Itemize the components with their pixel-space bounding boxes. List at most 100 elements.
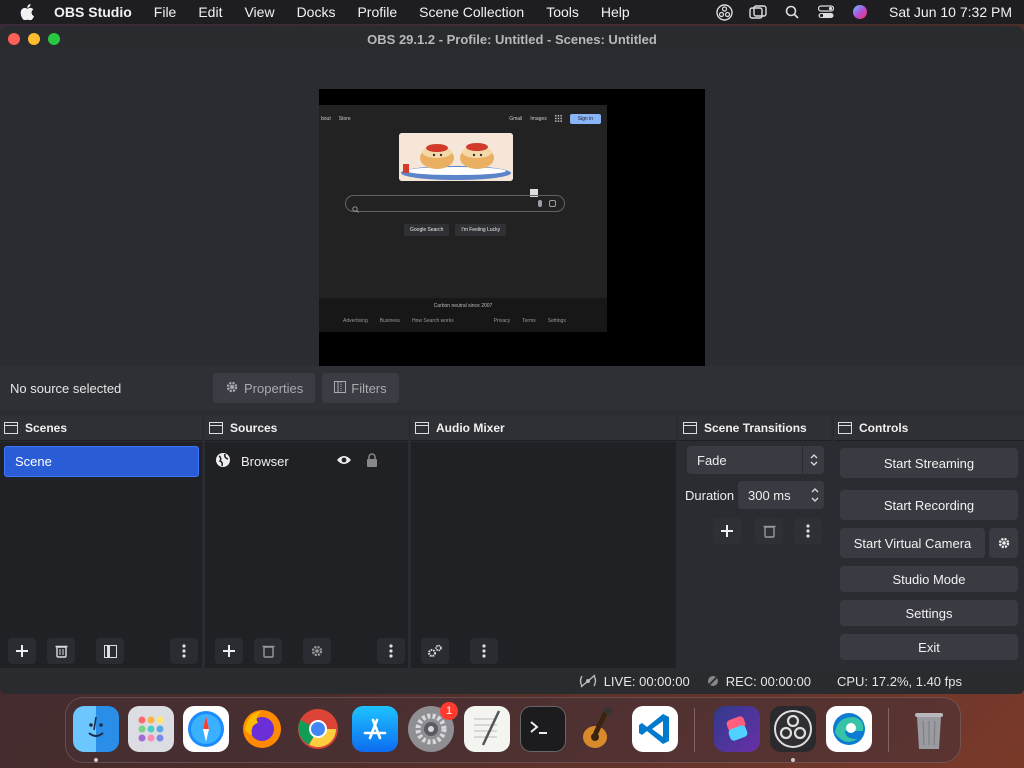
close-window-button[interactable]	[8, 33, 20, 45]
preview-area[interactable]: bout Store Gmail Images Sign in Google S…	[0, 52, 1024, 392]
sources-more-button[interactable]	[377, 638, 405, 664]
advanced-audio-button[interactable]	[421, 638, 449, 664]
lock-icon[interactable]	[366, 452, 378, 470]
settings-button[interactable]: Settings	[840, 600, 1018, 626]
virtual-camera-settings-button[interactable]	[989, 528, 1018, 558]
garageband-icon[interactable]	[576, 706, 622, 752]
scene-transitions-body: Fade Duration 300 ms	[679, 442, 831, 668]
dock-float-icon[interactable]	[415, 422, 429, 434]
controls-dock: Controls Start Streaming Start Recording…	[834, 416, 1024, 668]
chevron-up-down-icon	[802, 446, 824, 474]
obs-icon[interactable]	[770, 706, 816, 752]
notification-badge: 1	[440, 702, 458, 720]
launchpad-icon[interactable]	[128, 706, 174, 752]
plus-icon	[223, 645, 235, 657]
more-vertical-icon	[806, 524, 810, 538]
menu-profile[interactable]: Profile	[346, 4, 408, 20]
start-streaming-button[interactable]: Start Streaming	[840, 448, 1018, 478]
rec-time: REC: 00:00:00	[725, 673, 811, 689]
vscode-icon[interactable]	[632, 706, 678, 752]
feeling-lucky-button: I'm Feeling Lucky	[455, 224, 507, 236]
properties-button[interactable]: Properties	[213, 373, 316, 403]
audio-mixer-dock: Audio Mixer	[411, 416, 676, 668]
sources-dock: Sources Browser	[205, 416, 408, 668]
source-item[interactable]: Browser	[215, 449, 408, 473]
duration-spinbox[interactable]: 300 ms	[738, 481, 824, 509]
scenes-more-button[interactable]	[170, 638, 198, 664]
control-center-icon[interactable]	[817, 3, 835, 21]
start-recording-button[interactable]: Start Recording	[840, 490, 1018, 520]
minimize-window-button[interactable]	[28, 33, 40, 45]
menu-file[interactable]: File	[143, 4, 188, 20]
app-store-icon[interactable]	[352, 706, 398, 752]
dock-float-icon[interactable]	[838, 422, 852, 434]
safari-icon[interactable]	[183, 706, 229, 752]
obs-running-dot	[791, 758, 795, 762]
remove-source-button[interactable]	[254, 638, 282, 664]
terminal-icon[interactable]	[520, 706, 566, 752]
menu-edit[interactable]: Edit	[187, 4, 233, 20]
preview-canvas[interactable]: bout Store Gmail Images Sign in Google S…	[319, 89, 705, 378]
filter-icon	[103, 644, 117, 658]
add-transition-button[interactable]	[713, 518, 741, 544]
chrome-icon[interactable]	[295, 706, 341, 752]
dock-float-icon[interactable]	[209, 422, 223, 434]
filters-button[interactable]: Filters	[322, 373, 399, 403]
search-icon[interactable]	[783, 3, 801, 21]
filters-label: Filters	[351, 380, 387, 396]
siri-icon[interactable]	[851, 3, 869, 21]
record-icon	[706, 674, 720, 688]
scene-item[interactable]: Scene	[4, 446, 199, 477]
shortcuts-icon[interactable]	[714, 706, 760, 752]
remove-transition-button[interactable]	[755, 518, 783, 544]
start-virtual-camera-button[interactable]: Start Virtual Camera	[840, 528, 985, 558]
sources-title: Sources	[230, 421, 278, 435]
plus-icon	[16, 645, 28, 657]
dock-float-icon[interactable]	[4, 422, 18, 434]
source-properties-button[interactable]	[303, 638, 331, 664]
zoom-window-button[interactable]	[48, 33, 60, 45]
apple-icon[interactable]	[18, 3, 36, 21]
scene-filters-button[interactable]	[96, 638, 124, 664]
more-vertical-icon	[482, 644, 486, 658]
window-titlebar: OBS 29.1.2 - Profile: Untitled - Scenes:…	[0, 26, 1024, 52]
google-footer: Carbon neutral since 2007 Advertising Bu…	[319, 298, 607, 332]
dock-separator	[888, 708, 889, 752]
menu-tools[interactable]: Tools	[535, 4, 590, 20]
add-source-button[interactable]	[215, 638, 243, 664]
firefox-icon[interactable]	[239, 706, 285, 752]
controls-title: Controls	[859, 421, 909, 435]
add-scene-button[interactable]	[8, 638, 36, 664]
menu-help[interactable]: Help	[590, 4, 641, 20]
screen-mirroring-icon[interactable]	[749, 3, 767, 21]
textedit-icon[interactable]	[464, 706, 510, 752]
studio-mode-button[interactable]: Studio Mode	[840, 566, 1018, 592]
apps-grid-icon	[554, 114, 562, 124]
exit-button[interactable]: Exit	[840, 634, 1018, 660]
audio-mixer-more-button[interactable]	[470, 638, 498, 664]
menu-clock[interactable]: Sat Jun 10 7:32 PM	[889, 4, 1012, 20]
sources-list: Browser	[205, 442, 408, 668]
menu-docks[interactable]: Docks	[286, 4, 347, 20]
trash-icon	[262, 645, 274, 658]
system-settings-icon[interactable]: 1	[408, 702, 458, 752]
transition-select[interactable]: Fade	[687, 446, 824, 474]
menu-app-name[interactable]: OBS Studio	[50, 4, 143, 20]
nav-link-about: bout	[321, 116, 331, 122]
live-time: LIVE: 00:00:00	[603, 673, 690, 689]
audio-mixer-body	[411, 442, 676, 668]
trash-icon[interactable]	[906, 706, 952, 752]
obs-status-icon[interactable]	[715, 3, 733, 21]
transition-more-button[interactable]	[794, 518, 822, 544]
scene-item-label: Scene	[15, 454, 52, 469]
menu-view[interactable]: View	[233, 4, 285, 20]
remove-scene-button[interactable]	[47, 638, 75, 664]
spin-arrows-icon[interactable]	[810, 486, 820, 507]
eye-icon[interactable]	[336, 454, 352, 469]
window-title: OBS 29.1.2 - Profile: Untitled - Scenes:…	[367, 31, 657, 47]
dock-float-icon[interactable]	[683, 422, 697, 434]
google-top-nav: bout Store Gmail Images Sign in	[321, 114, 601, 124]
menu-scene-collection[interactable]: Scene Collection	[408, 4, 535, 20]
finder-icon[interactable]	[73, 706, 119, 752]
edge-icon[interactable]	[826, 706, 872, 752]
